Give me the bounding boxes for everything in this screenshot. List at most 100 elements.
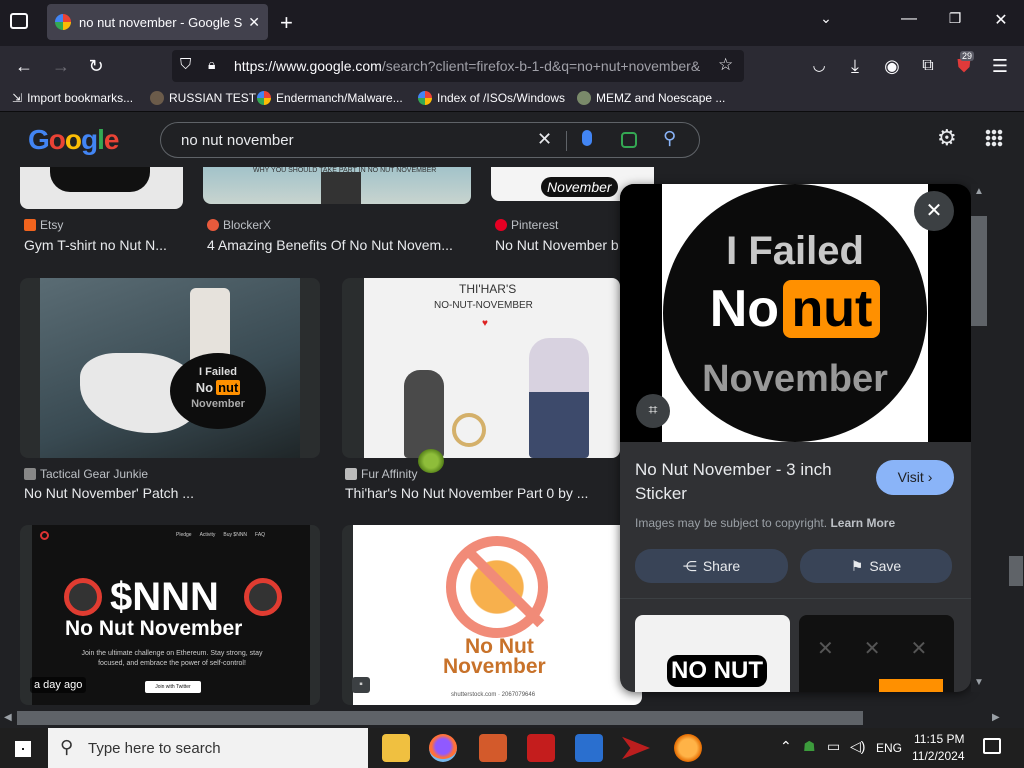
notifications-icon[interactable] [983,738,1001,754]
shield-icon[interactable]: ⛉ [180,56,191,73]
visit-button[interactable]: Visit › [876,460,954,495]
orange-app-icon[interactable] [674,734,702,762]
scroll-thumb[interactable] [1009,556,1023,586]
taskbar-search-box[interactable]: ⚲ Type here to search [48,728,368,768]
extensions-icon[interactable]: ⧉ [916,54,940,78]
back-icon[interactable]: ← [12,54,36,78]
show-hidden-icons[interactable]: ⌃ [780,738,792,755]
tab-list-icon[interactable] [10,13,28,29]
related-thumb[interactable]: ✕✕✕✕ [799,615,954,692]
scroll-right-icon[interactable]: ▶ [992,712,1000,723]
lock-icon[interactable]: 🔒︎ [208,56,215,73]
nnn-nav: Pledge Activity Buy $NNN FAQ [176,532,265,538]
result-thumb-furaffinity[interactable]: THI'HAR'S NO-NUT-NOVEMBER ♥ [342,278,620,458]
bookmark-star-icon[interactable]: ☆ [718,55,733,75]
share-button[interactable]: ⋲ Share [635,549,788,583]
clear-search-icon[interactable]: ✕ [537,129,552,150]
close-window-button[interactable]: ✕ [987,10,1015,30]
learn-more-link[interactable]: Learn More [830,516,895,530]
clock-date[interactable]: 11/2/2024 [912,749,965,763]
tab-google-search[interactable]: no nut november - Google Sear ✕ [47,4,268,40]
vertical-scrollbar[interactable] [1008,167,1024,705]
scroll-down-icon[interactable]: ▼ [974,677,984,688]
result-thumb-patch[interactable]: I Failed No nut November [20,278,320,458]
preview-title[interactable]: No Nut November - 3 inch Sticker [635,458,860,506]
result-source[interactable]: Pinterest [495,218,558,232]
people-icon[interactable]: ☗ [803,738,816,755]
google-header: Google no nut november ✕ ⚲ ⚙ [0,112,1008,167]
nnn-logo-icon [40,531,49,540]
panel-scroll-thumb[interactable] [971,216,987,326]
address-bar[interactable]: ⛉ 🔒︎ https://www.google.com/search?clien… [172,50,744,82]
result-thumb-blockerx[interactable]: WHY YOU SHOULD TAKE PART IN NO NUT NOVEM… [203,167,471,204]
result-caption[interactable]: 4 Amazing Benefits Of No Nut Novem... [207,237,469,253]
pocket-icon[interactable]: ◡ [807,54,831,78]
app-icon[interactable] [479,734,507,762]
lens-icon[interactable]: ⌗ [636,394,670,428]
panel-scrollbar[interactable]: ▲ ▼ [971,184,987,692]
result-source[interactable]: Tactical Gear Junkie [24,467,148,481]
visit-label: Visit [897,469,924,485]
volume-icon[interactable]: ◁) [850,738,865,755]
menu-icon[interactable]: ☰ [988,54,1012,78]
taskbar-search-input[interactable]: Type here to search [88,740,221,757]
result-thumb-shutterstock[interactable]: No Nut November shutterstock.com · 20670… [342,525,642,705]
result-source[interactable]: Fur Affinity [345,467,417,481]
url-domain: https://www.google.com [234,58,382,74]
firefox-icon[interactable] [429,734,457,762]
sticker-line2: No nut [663,279,927,352]
hscroll-thumb[interactable] [17,711,863,725]
preview-image[interactable]: I Failed No nut November ✕ ⌗ [620,184,971,442]
sticker-line1: I Failed [726,229,864,273]
result-caption[interactable]: No Nut November b [495,237,620,253]
file-explorer-icon[interactable] [382,734,410,762]
search-icon[interactable]: ⚲ [663,128,676,149]
search-input[interactable]: no nut november [181,132,294,149]
solitaire-icon[interactable] [575,734,603,762]
bookmark-index-isos[interactable]: Index of /ISOs/Windows [418,91,565,105]
result-source[interactable]: Etsy [24,218,63,232]
windows-start-icon[interactable] [15,741,31,757]
list-all-tabs-icon[interactable]: ⌄ [812,10,840,27]
horizontal-scrollbar[interactable]: ◀ ▶ [0,708,1008,728]
bookmark-memz[interactable]: MEMZ and Noescape ... [577,91,725,105]
minimize-button[interactable]: — [895,10,923,28]
pinterest-sticker-text: November [541,177,618,197]
scroll-up-icon[interactable]: ▲ [974,186,984,197]
result-caption[interactable]: Gym T-shirt no Nut N... [24,237,189,253]
bookmark-import[interactable]: ⇲ Import bookmarks... [12,91,133,105]
result-thumb-etsy[interactable] [20,167,183,209]
google-favicon-icon [55,14,71,30]
scroll-left-icon[interactable]: ◀ [4,712,12,723]
close-tab-icon[interactable]: ✕ [248,14,260,31]
url-text[interactable]: https://www.google.com/search?client=fir… [234,58,704,74]
bookmark-russian-test[interactable]: RUSSIAN TEST [150,91,256,105]
downloads-icon[interactable]: ⤓ [843,54,867,78]
nnn-nav-item: Pledge [176,532,192,538]
close-panel-button[interactable]: ✕ [914,191,954,231]
nnn-nav-item: Buy $NNN [223,532,248,538]
restore-button[interactable]: ❐ [941,10,969,27]
apps-grid-icon[interactable] [985,129,1003,147]
account-icon[interactable]: ◉ [880,54,904,78]
language-indicator[interactable]: ENG [876,741,902,755]
forward-icon[interactable]: → [49,54,73,78]
new-tab-button[interactable]: + [280,10,293,36]
settings-gear-icon[interactable]: ⚙ [937,125,957,151]
google-logo[interactable]: Google [28,124,119,156]
save-button[interactable]: ⚑ Save [800,549,952,583]
network-icon[interactable]: ▭ [827,738,840,755]
flash-icon[interactable] [527,734,555,762]
search-box[interactable]: no nut november ✕ ⚲ [160,122,700,158]
lens-search-icon[interactable] [621,132,637,148]
result-thumb-nnn-token[interactable]: Pledge Activity Buy $NNN FAQ $NNN No Nut… [20,525,320,705]
voice-search-icon[interactable] [582,130,592,146]
related-thumb[interactable]: NO NUT [635,615,790,692]
red-app-icon[interactable] [622,736,650,760]
result-source[interactable]: BlockerX [207,218,271,232]
reload-icon[interactable]: ↻ [84,54,108,78]
result-caption[interactable]: Thi'har's No Nut November Part 0 by ... [345,485,603,501]
result-caption[interactable]: No Nut November' Patch ... [24,485,320,501]
bookmark-endermanch[interactable]: Endermanch/Malware... [257,91,403,105]
clock-time[interactable]: 11:15 PM [914,732,964,746]
